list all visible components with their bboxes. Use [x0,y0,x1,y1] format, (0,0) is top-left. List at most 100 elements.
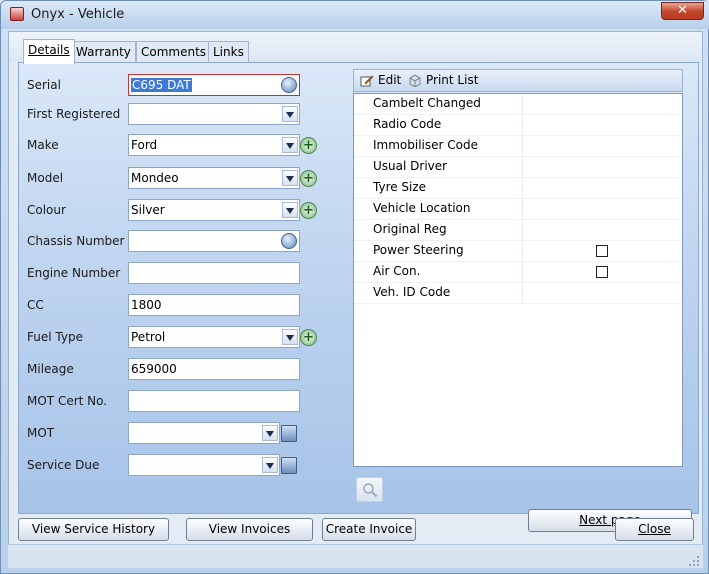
list-item-label: Usual Driver [373,159,448,173]
fuel-type-label: Fuel Type [27,330,83,344]
column-divider [522,262,523,283]
chevron-down-icon[interactable] [282,106,298,122]
colour-value: Silver [131,203,165,217]
add-fuel-type-icon[interactable]: + [300,329,317,346]
first-registered-select[interactable] [128,103,300,125]
cc-label: CC [27,298,44,312]
mileage-label: Mileage [27,362,74,376]
serial-label: Serial [27,78,61,92]
list-item-label: Tyre Size [373,180,427,194]
engine-number-input[interactable] [128,262,300,284]
fuel-type-value: Petrol [131,330,166,344]
column-divider [522,136,523,157]
tab-comments[interactable]: Comments [136,41,212,63]
status-bar [8,544,703,568]
chevron-down-icon[interactable] [282,170,298,186]
serial-lookup-icon[interactable] [281,77,297,93]
list-item[interactable]: Vehicle Location [354,199,682,220]
details-panel: Serial C695 DAT First Registered Make Fo… [18,62,699,532]
list-item-label: Cambelt Changed [373,96,481,110]
list-item[interactable]: Power Steering [354,241,682,262]
list-toolbar: Edit Print List [353,69,683,92]
column-divider [522,220,523,241]
column-divider [522,199,523,220]
column-divider [522,178,523,199]
vehicle-window: Onyx - Vehicle ✕ Details Warranty Commen… [0,0,709,574]
fuel-type-select[interactable]: Petrol [128,326,300,348]
calendar-icon[interactable] [281,457,297,474]
chassis-lookup-icon[interactable] [281,233,297,249]
air-con-checkbox[interactable] [596,266,608,278]
chevron-down-icon[interactable] [282,202,298,218]
make-label: Make [27,138,59,152]
chevron-down-icon[interactable] [262,425,278,441]
cc-input[interactable]: 1800 [128,294,300,316]
list-item-label: Power Steering [373,243,464,257]
list-item[interactable]: Air Con. [354,262,682,283]
column-divider [522,283,523,304]
service-due-label: Service Due [27,458,100,472]
close-button[interactable]: Close [615,518,694,541]
chevron-down-icon[interactable] [282,329,298,345]
add-make-icon[interactable]: + [300,137,317,154]
vehicle-properties-list[interactable]: Cambelt Changed Radio Code Immobiliser C… [353,93,683,467]
list-item[interactable]: Radio Code [354,115,682,136]
create-invoice-button[interactable]: Create Invoice [322,518,416,541]
close-label: Close [638,522,671,536]
print-list-button[interactable]: Print List [426,73,478,87]
make-select[interactable]: Ford [128,134,300,156]
add-model-icon[interactable]: + [300,170,317,187]
column-divider [522,94,523,115]
chevron-down-icon[interactable] [282,137,298,153]
edit-button[interactable]: Edit [378,73,401,87]
tab-warranty[interactable]: Warranty [71,41,136,63]
tab-details[interactable]: Details [23,39,75,64]
serial-input[interactable]: C695 DAT [128,74,300,96]
mileage-input[interactable]: 659000 [128,358,300,380]
window-close-button[interactable]: ✕ [661,2,704,20]
list-item-label: Air Con. [373,264,421,278]
chevron-down-icon[interactable] [262,457,278,473]
column-divider [522,241,523,262]
list-item-label: Immobiliser Code [373,138,478,152]
colour-label: Colour [27,203,66,217]
client-area: Details Warranty Comments Links Serial C… [8,31,703,568]
view-service-history-button[interactable]: View Service History [18,518,169,541]
list-item[interactable]: Tyre Size [354,178,682,199]
tab-links[interactable]: Links [208,41,249,63]
colour-select[interactable]: Silver [128,199,300,221]
mot-label: MOT [27,426,55,440]
list-item[interactable]: Immobiliser Code [354,136,682,157]
window-title: Onyx - Vehicle [31,7,125,22]
power-steering-checkbox[interactable] [596,245,608,257]
column-divider [522,157,523,178]
column-divider [522,115,523,136]
list-item[interactable]: Usual Driver [354,157,682,178]
tab-details-label: Details [28,43,70,57]
list-item-label: Radio Code [373,117,442,131]
mot-cert-no-label: MOT Cert No. [27,394,108,408]
view-invoices-button[interactable]: View Invoices [186,518,313,541]
print-list-icon[interactable] [408,74,421,87]
list-item[interactable]: Veh. ID Code [354,283,682,304]
title-bar[interactable]: Onyx - Vehicle ✕ [1,1,709,29]
tab-strip: Details Warranty Comments Links [9,32,702,64]
list-item[interactable]: Cambelt Changed [354,94,682,115]
app-icon [10,7,24,21]
chassis-number-label: Chassis Number [27,234,125,248]
list-item-label: Vehicle Location [373,201,471,215]
search-button[interactable] [356,477,383,502]
mot-cert-no-input[interactable] [128,390,300,412]
edit-pencil-icon[interactable] [360,74,373,87]
chassis-number-input[interactable] [128,230,300,252]
list-item[interactable]: Original Reg [354,220,682,241]
add-colour-icon[interactable]: + [300,202,317,219]
list-item-label: Veh. ID Code [373,285,451,299]
first-registered-label: First Registered [27,107,121,121]
mot-date-picker[interactable] [128,422,280,444]
model-label: Model [27,171,64,185]
calendar-icon[interactable] [281,425,297,442]
resize-grip-icon[interactable] [688,555,700,567]
service-due-date-picker[interactable] [128,454,280,476]
model-select[interactable]: Mondeo [128,167,300,189]
